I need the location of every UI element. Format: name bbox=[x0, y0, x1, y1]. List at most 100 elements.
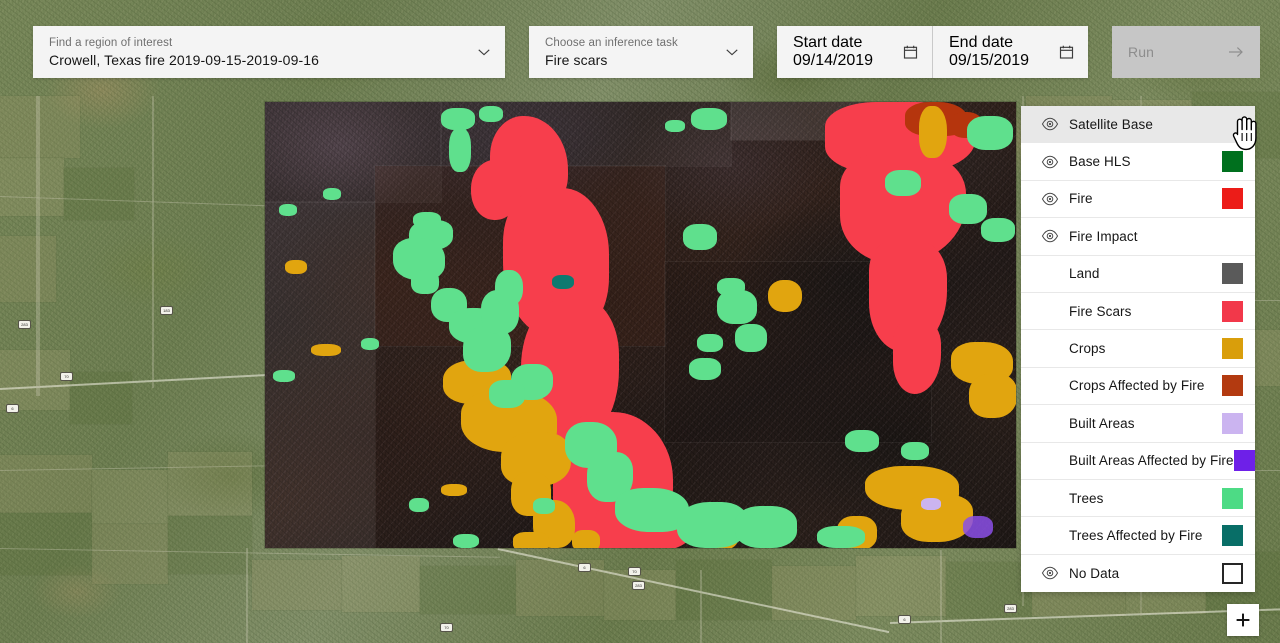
trees-polygon bbox=[691, 108, 727, 130]
crops-polygon bbox=[311, 344, 341, 356]
inference-task-select[interactable]: Choose an inference task Fire scars bbox=[529, 26, 753, 78]
color-swatch bbox=[1222, 151, 1243, 173]
legend-row-fire-impact[interactable]: Fire Impact bbox=[1021, 218, 1255, 256]
legend-row-satellite-base[interactable]: Satellite Base bbox=[1021, 106, 1255, 144]
legend-row-land[interactable]: Land bbox=[1021, 256, 1255, 293]
trees-polygon bbox=[901, 442, 929, 460]
trees-polygon bbox=[689, 358, 721, 380]
trees-polygon bbox=[845, 430, 879, 452]
zoom-in-button[interactable] bbox=[1227, 604, 1259, 636]
legend-row-label: Satellite Base bbox=[1069, 116, 1153, 132]
end-date-label: End date bbox=[949, 34, 1014, 51]
trees-polygon bbox=[949, 194, 987, 224]
crops-polygon bbox=[285, 260, 307, 274]
trees-polygon bbox=[273, 370, 295, 382]
legend-row-label: Base HLS bbox=[1069, 154, 1131, 170]
trees-polygon bbox=[323, 188, 341, 200]
trees-polygon bbox=[735, 324, 767, 352]
legend-row-trees-affected-by-fire[interactable]: Trees Affected by Fire bbox=[1021, 517, 1255, 555]
legend-row-label: Trees bbox=[1069, 490, 1104, 506]
trees-polygon bbox=[361, 338, 379, 350]
trees-polygon bbox=[817, 526, 865, 548]
crops-polygon bbox=[919, 106, 947, 158]
legend-row-label: Fire Impact bbox=[1069, 228, 1138, 244]
legend-row-fire-scars[interactable]: Fire Scars bbox=[1021, 293, 1255, 331]
color-swatch bbox=[1222, 338, 1243, 360]
color-swatch bbox=[1233, 450, 1255, 472]
inference-task-value: Fire scars bbox=[545, 51, 608, 68]
color-swatch bbox=[1222, 412, 1243, 434]
color-swatch bbox=[1222, 300, 1243, 322]
legend-row-label: Built Areas Affected by Fire bbox=[1069, 453, 1234, 469]
color-swatch-no-data bbox=[1222, 562, 1243, 584]
trees-polygon bbox=[453, 534, 479, 548]
end-date-field[interactable]: End date 09/15/2019 bbox=[933, 26, 1088, 78]
crops-polygon bbox=[441, 484, 467, 496]
color-swatch bbox=[1222, 375, 1243, 397]
plus-icon bbox=[1236, 613, 1250, 627]
legend-row-label: Crops bbox=[1069, 341, 1106, 357]
inference-task-label: Choose an inference task bbox=[545, 36, 678, 49]
base-hls-layer[interactable] bbox=[265, 102, 1016, 548]
date-range-group: Start date 09/14/2019 End date 09/15/201… bbox=[777, 26, 1088, 78]
trees-polygon bbox=[697, 334, 723, 352]
chevron-down-icon[interactable] bbox=[477, 45, 491, 59]
app-root: 283 6 70 183 6 70 283 70 6 283 Find a re… bbox=[0, 0, 1280, 643]
color-swatch bbox=[1222, 487, 1243, 509]
eye-icon[interactable] bbox=[1041, 115, 1059, 133]
crops-polygon bbox=[572, 530, 600, 548]
region-of-interest-select[interactable]: Find a region of interest Crowell, Texas… bbox=[33, 26, 505, 78]
trees-polygon bbox=[479, 106, 503, 122]
color-swatch bbox=[1222, 524, 1243, 546]
color-swatch bbox=[1222, 263, 1243, 285]
trees-affected-polygon bbox=[552, 275, 574, 289]
trees-polygon bbox=[665, 120, 685, 132]
legend-row-label: Trees Affected by Fire bbox=[1069, 527, 1203, 543]
trees-polygon bbox=[717, 290, 757, 324]
region-of-interest-label: Find a region of interest bbox=[49, 36, 173, 49]
end-date-value: 09/15/2019 bbox=[949, 52, 1030, 69]
legend-row-label: Crops Affected by Fire bbox=[1069, 378, 1205, 394]
legend-row-base-hls[interactable]: Base HLS bbox=[1021, 143, 1255, 181]
trees-polygon bbox=[441, 108, 475, 130]
start-date-value: 09/14/2019 bbox=[793, 52, 874, 69]
legend-row-trees[interactable]: Trees bbox=[1021, 480, 1255, 518]
run-button[interactable]: Run bbox=[1112, 26, 1260, 78]
chevron-down-icon[interactable] bbox=[725, 45, 739, 59]
crops-polygon bbox=[768, 280, 802, 312]
start-date-field[interactable]: Start date 09/14/2019 bbox=[777, 26, 932, 78]
trees-polygon bbox=[967, 116, 1013, 150]
top-toolbar: Find a region of interest Crowell, Texas… bbox=[0, 0, 1280, 95]
trees-polygon bbox=[449, 128, 471, 172]
legend-row-label: Land bbox=[1069, 266, 1100, 282]
eye-icon[interactable] bbox=[1041, 153, 1059, 171]
crops-polygon bbox=[969, 374, 1016, 418]
eye-icon[interactable] bbox=[1041, 190, 1059, 208]
trees-polygon bbox=[981, 218, 1015, 242]
trees-polygon bbox=[683, 224, 717, 250]
legend-row-label: Built Areas bbox=[1069, 415, 1135, 431]
legend-row-no-data[interactable]: No Data bbox=[1021, 555, 1255, 592]
trees-polygon bbox=[885, 170, 921, 196]
trees-polygon bbox=[495, 270, 523, 306]
legend-row-built-areas[interactable]: Built Areas bbox=[1021, 405, 1255, 443]
legend-row-fire[interactable]: Fire bbox=[1021, 181, 1255, 219]
legend-row-crops[interactable]: Crops bbox=[1021, 330, 1255, 368]
legend-row-crops-affected-by-fire[interactable]: Crops Affected by Fire bbox=[1021, 368, 1255, 406]
arrow-right-icon bbox=[1228, 44, 1244, 60]
legend-row-label: Fire Scars bbox=[1069, 303, 1132, 319]
eye-icon[interactable] bbox=[1041, 227, 1059, 245]
calendar-icon[interactable] bbox=[903, 45, 918, 60]
calendar-icon[interactable] bbox=[1059, 45, 1074, 60]
legend-row-built-areas-affected-by-fire[interactable]: Built Areas Affected by Fire bbox=[1021, 443, 1255, 480]
built-areas-affected-polygon bbox=[963, 516, 993, 538]
color-swatch bbox=[1222, 188, 1243, 210]
layer-legend-panel: Satellite Base Base HLS Fire Fire Impact Lan… bbox=[1021, 106, 1255, 593]
trees-polygon bbox=[411, 270, 439, 294]
eye-icon[interactable] bbox=[1041, 564, 1059, 582]
crops-polygon bbox=[513, 532, 549, 548]
legend-row-label: Fire bbox=[1069, 191, 1093, 207]
legend-row-label: No Data bbox=[1069, 565, 1120, 581]
run-button-label: Run bbox=[1128, 44, 1154, 60]
trees-polygon bbox=[533, 498, 555, 514]
